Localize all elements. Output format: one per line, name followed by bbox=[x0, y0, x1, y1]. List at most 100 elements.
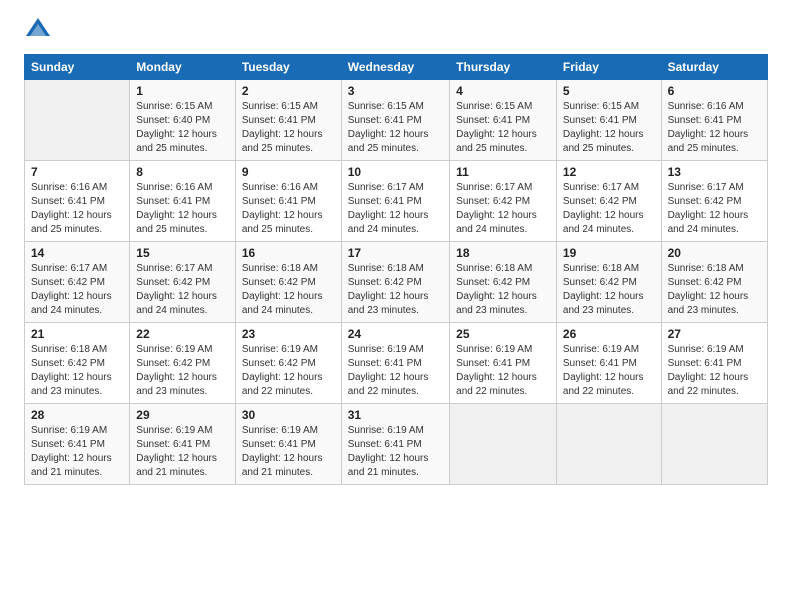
day-number: 25 bbox=[456, 327, 550, 341]
day-info: Sunrise: 6:17 AM Sunset: 6:42 PM Dayligh… bbox=[456, 181, 550, 237]
day-number: 20 bbox=[668, 246, 761, 260]
calendar-cell: 29 Sunrise: 6:19 AM Sunset: 6:41 PM Dayli… bbox=[130, 404, 236, 485]
day-number: 11 bbox=[456, 165, 550, 179]
calendar-cell: 7Sunrise: 6:16 AM Sunset: 6:41 PM Daylig… bbox=[25, 161, 130, 242]
day-number: 1 bbox=[136, 84, 229, 98]
day-number: 13 bbox=[668, 165, 761, 179]
day-info: Sunrise: 6:17 AM Sunset: 6:42 PM Dayligh… bbox=[136, 262, 229, 318]
calendar-cell: 17Sunrise: 6:18 AM Sunset: 6:42 PM Dayli… bbox=[341, 242, 449, 323]
calendar-cell: 18Sunrise: 6:18 AM Sunset: 6:42 PM Dayli… bbox=[450, 242, 557, 323]
day-info: Sunrise: 6:19 AM Sunset: 6:41 PM Dayligh… bbox=[668, 343, 761, 399]
calendar-cell: 10Sunrise: 6:17 AM Sunset: 6:41 PM Dayli… bbox=[341, 161, 449, 242]
day-info: Sunrise: 6:19 AM Sunset: 6:42 PM Dayligh… bbox=[242, 343, 335, 399]
weekday-header-row: SundayMondayTuesdayWednesdayThursdayFrid… bbox=[25, 55, 768, 80]
day-number: 4 bbox=[456, 84, 550, 98]
day-number: 29 bbox=[136, 408, 229, 422]
weekday-header-tuesday: Tuesday bbox=[235, 55, 341, 80]
calendar-cell: 1Sunrise: 6:15 AM Sunset: 6:40 PM Daylig… bbox=[130, 80, 236, 161]
weekday-header-wednesday: Wednesday bbox=[341, 55, 449, 80]
calendar-cell: 2 Sunrise: 6:15 AM Sunset: 6:41 PM Daylig… bbox=[235, 80, 341, 161]
day-number: 24 bbox=[348, 327, 443, 341]
day-number: 9 bbox=[242, 165, 335, 179]
calendar-cell: 14Sunrise: 6:17 AM Sunset: 6:42 PM Dayli… bbox=[25, 242, 130, 323]
day-info: Sunrise: 6:18 AM Sunset: 6:42 PM Dayligh… bbox=[563, 262, 655, 318]
day-info: Sunrise: 6:17 AM Sunset: 6:42 PM Dayligh… bbox=[563, 181, 655, 237]
logo-icon bbox=[24, 16, 52, 44]
day-number: 28 bbox=[31, 408, 123, 422]
calendar-cell: 24 Sunrise: 6:19 AM Sunset: 6:41 PM Dayli… bbox=[341, 323, 449, 404]
calendar-cell: 28 Sunrise: 6:19 AM Sunset: 6:41 PM Dayli… bbox=[25, 404, 130, 485]
calendar-cell: 5 Sunrise: 6:15 AM Sunset: 6:41 PM Daylig… bbox=[556, 80, 661, 161]
calendar-cell: 20 Sunrise: 6:18 AM Sunset: 6:42 PM Dayli… bbox=[661, 242, 767, 323]
day-number: 2 bbox=[242, 84, 335, 98]
day-info: Sunrise: 6:19 AM Sunset: 6:41 PM Dayligh… bbox=[456, 343, 550, 399]
day-number: 14 bbox=[31, 246, 123, 260]
calendar-week-row: 28 Sunrise: 6:19 AM Sunset: 6:41 PM Dayli… bbox=[25, 404, 768, 485]
day-number: 5 bbox=[563, 84, 655, 98]
day-number: 21 bbox=[31, 327, 123, 341]
day-info: Sunrise: 6:15 AM Sunset: 6:41 PM Dayligh… bbox=[563, 100, 655, 156]
day-number: 26 bbox=[563, 327, 655, 341]
calendar-week-row: 1Sunrise: 6:15 AM Sunset: 6:40 PM Daylig… bbox=[25, 80, 768, 161]
day-number: 18 bbox=[456, 246, 550, 260]
logo bbox=[24, 20, 56, 44]
calendar-table: SundayMondayTuesdayWednesdayThursdayFrid… bbox=[24, 54, 768, 485]
calendar-cell: 3 Sunrise: 6:15 AM Sunset: 6:41 PM Daylig… bbox=[341, 80, 449, 161]
day-number: 23 bbox=[242, 327, 335, 341]
day-info: Sunrise: 6:15 AM Sunset: 6:41 PM Dayligh… bbox=[348, 100, 443, 156]
calendar-week-row: 14 Sunrise: 6:17 AM Sunset: 6:42 PM Dayli… bbox=[25, 242, 768, 323]
calendar-cell: 11 Sunrise: 6:17 AM Sunset: 6:42 PM Dayli… bbox=[450, 161, 557, 242]
day-number: 22 bbox=[136, 327, 229, 341]
day-number: 31 bbox=[348, 408, 443, 422]
day-info: Sunrise: 6:19 AM Sunset: 6:41 PM Dayligh… bbox=[136, 424, 229, 480]
calendar-cell: 26 Sunrise: 6:19 AM Sunset: 6:41 PM Dayli… bbox=[556, 323, 661, 404]
day-number: 19 bbox=[563, 246, 655, 260]
day-number: 15 bbox=[136, 246, 229, 260]
calendar-cell: 21 Sunrise: 6:18 AM Sunset: 6:42 PM Dayli… bbox=[25, 323, 130, 404]
day-info: Sunrise: 6:17 AM Sunset: 6:42 PM Dayligh… bbox=[668, 181, 761, 237]
day-info: Sunrise: 6:17 AM Sunset: 6:41 PM Dayligh… bbox=[348, 181, 443, 237]
day-number: 12 bbox=[563, 165, 655, 179]
header bbox=[24, 20, 768, 44]
calendar-cell bbox=[450, 404, 557, 485]
calendar-cell bbox=[661, 404, 767, 485]
calendar-cell: 6Sunrise: 6:16 AM Sunset: 6:41 PM Daylig… bbox=[661, 80, 767, 161]
weekday-header-monday: Monday bbox=[130, 55, 236, 80]
calendar-cell: 4 Sunrise: 6:15 AM Sunset: 6:41 PM Daylig… bbox=[450, 80, 557, 161]
calendar-cell: 19 Sunrise: 6:18 AM Sunset: 6:42 PM Dayli… bbox=[556, 242, 661, 323]
day-number: 27 bbox=[668, 327, 761, 341]
day-info: Sunrise: 6:15 AM Sunset: 6:41 PM Dayligh… bbox=[456, 100, 550, 156]
day-info: Sunrise: 6:15 AM Sunset: 6:41 PM Dayligh… bbox=[242, 100, 335, 156]
day-info: Sunrise: 6:18 AM Sunset: 6:42 PM Dayligh… bbox=[668, 262, 761, 318]
day-info: Sunrise: 6:19 AM Sunset: 6:41 PM Dayligh… bbox=[348, 424, 443, 480]
calendar-cell: 16Sunrise: 6:18 AM Sunset: 6:42 PM Dayli… bbox=[235, 242, 341, 323]
calendar-cell: 31 Sunrise: 6:19 AM Sunset: 6:41 PM Dayli… bbox=[341, 404, 449, 485]
day-info: Sunrise: 6:19 AM Sunset: 6:41 PM Dayligh… bbox=[348, 343, 443, 399]
weekday-header-thursday: Thursday bbox=[450, 55, 557, 80]
day-info: Sunrise: 6:16 AM Sunset: 6:41 PM Dayligh… bbox=[136, 181, 229, 237]
day-info: Sunrise: 6:18 AM Sunset: 6:42 PM Dayligh… bbox=[31, 343, 123, 399]
day-info: Sunrise: 6:19 AM Sunset: 6:42 PM Dayligh… bbox=[136, 343, 229, 399]
day-number: 3 bbox=[348, 84, 443, 98]
day-number: 16 bbox=[242, 246, 335, 260]
day-info: Sunrise: 6:16 AM Sunset: 6:41 PM Dayligh… bbox=[242, 181, 335, 237]
calendar-cell: 9 Sunrise: 6:16 AM Sunset: 6:41 PM Daylig… bbox=[235, 161, 341, 242]
day-info: Sunrise: 6:19 AM Sunset: 6:41 PM Dayligh… bbox=[242, 424, 335, 480]
calendar-cell: 27 Sunrise: 6:19 AM Sunset: 6:41 PM Dayli… bbox=[661, 323, 767, 404]
weekday-header-saturday: Saturday bbox=[661, 55, 767, 80]
calendar-cell bbox=[25, 80, 130, 161]
day-info: Sunrise: 6:19 AM Sunset: 6:41 PM Dayligh… bbox=[563, 343, 655, 399]
calendar-cell: 22 Sunrise: 6:19 AM Sunset: 6:42 PM Dayli… bbox=[130, 323, 236, 404]
calendar-week-row: 21 Sunrise: 6:18 AM Sunset: 6:42 PM Dayli… bbox=[25, 323, 768, 404]
calendar-cell bbox=[556, 404, 661, 485]
day-number: 8 bbox=[136, 165, 229, 179]
day-info: Sunrise: 6:19 AM Sunset: 6:41 PM Dayligh… bbox=[31, 424, 123, 480]
calendar-cell: 15 Sunrise: 6:17 AM Sunset: 6:42 PM Dayli… bbox=[130, 242, 236, 323]
calendar-cell: 30 Sunrise: 6:19 AM Sunset: 6:41 PM Dayli… bbox=[235, 404, 341, 485]
day-number: 6 bbox=[668, 84, 761, 98]
weekday-header-sunday: Sunday bbox=[25, 55, 130, 80]
calendar-cell: 25 Sunrise: 6:19 AM Sunset: 6:41 PM Dayli… bbox=[450, 323, 557, 404]
calendar-week-row: 7Sunrise: 6:16 AM Sunset: 6:41 PM Daylig… bbox=[25, 161, 768, 242]
day-number: 30 bbox=[242, 408, 335, 422]
day-info: Sunrise: 6:16 AM Sunset: 6:41 PM Dayligh… bbox=[31, 181, 123, 237]
